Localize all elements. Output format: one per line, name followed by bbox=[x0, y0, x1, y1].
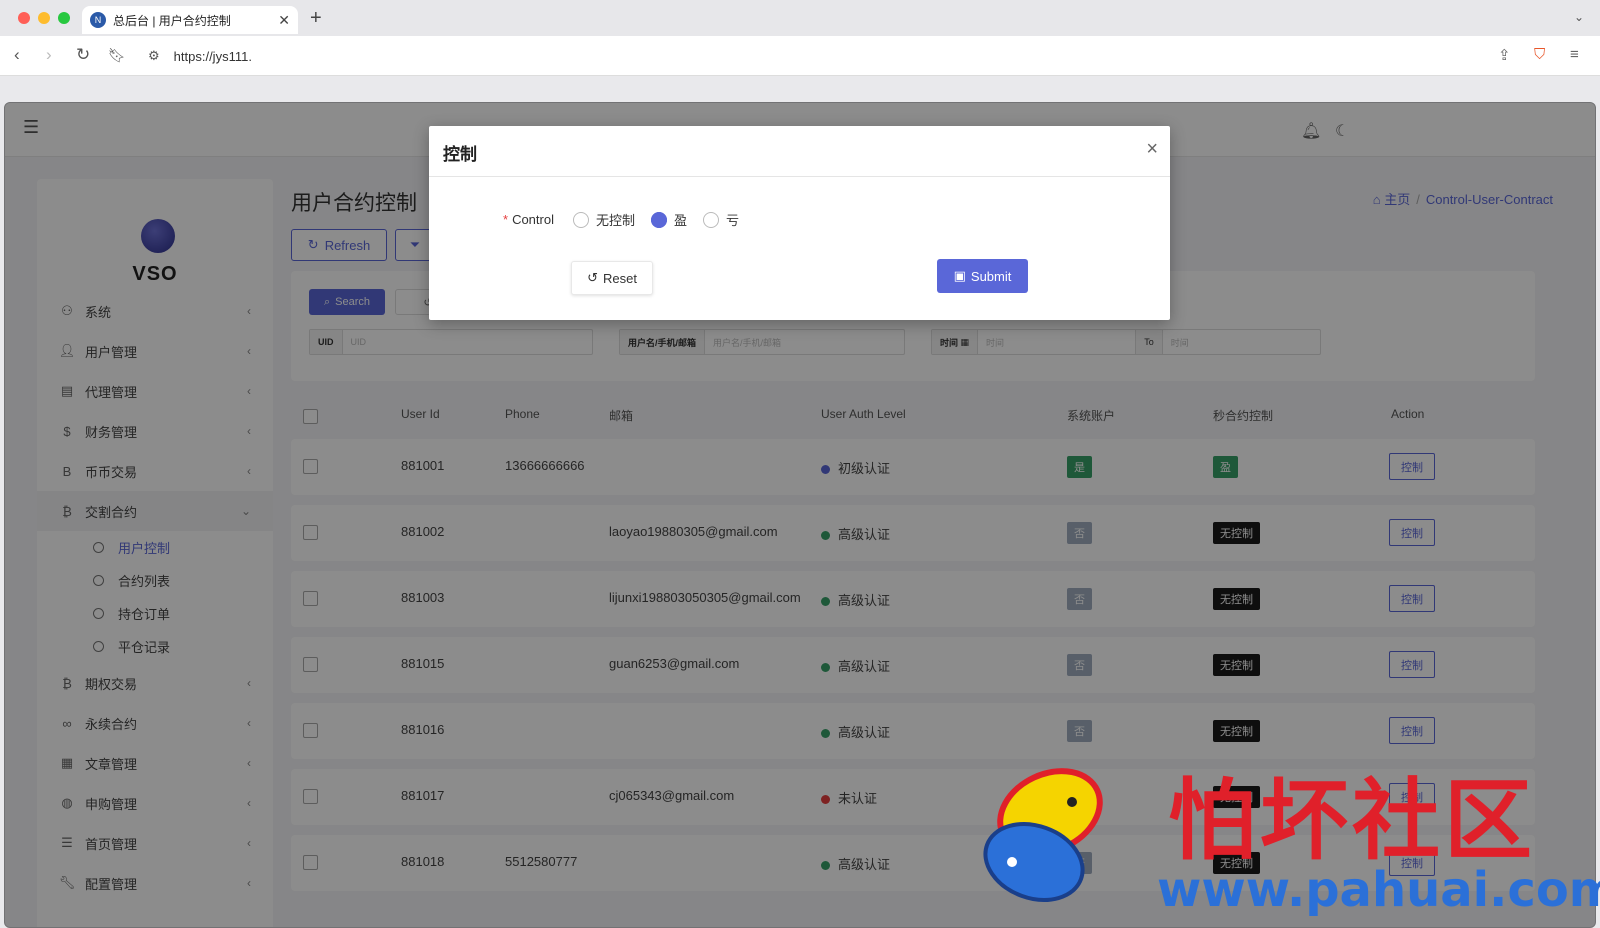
maximize-window-button[interactable] bbox=[58, 12, 70, 24]
reset-label: Reset bbox=[602, 270, 637, 286]
radio-profit[interactable]: 盈 bbox=[651, 210, 687, 229]
new-tab-button[interactable]: + bbox=[310, 7, 322, 30]
close-icon[interactable]: ✕ bbox=[278, 12, 290, 29]
url-field[interactable]: ⚙ https://jys111. bbox=[138, 42, 1538, 70]
radio-circle[interactable] bbox=[703, 211, 719, 228]
share-icon[interactable]: ⇪ bbox=[1498, 46, 1511, 64]
radio-label: 亏 bbox=[726, 213, 740, 228]
browser-tab[interactable]: N 总后台 | 用户合约控制 ✕ bbox=[82, 6, 298, 34]
url-text: https://jys111. bbox=[173, 48, 252, 64]
radio-circle[interactable] bbox=[573, 211, 589, 228]
back-icon[interactable]: ‹ bbox=[14, 45, 20, 65]
radio-circle[interactable] bbox=[651, 211, 667, 228]
required-mark: * bbox=[503, 212, 509, 227]
control-modal: 控制 × * Control 无控制 盈 亏 ↺ Reset ▣ Submit bbox=[429, 126, 1170, 320]
watermark-url: www.pahuai.com bbox=[1157, 862, 1600, 918]
submit-button[interactable]: ▣ Submit bbox=[937, 259, 1028, 293]
forward-icon[interactable]: › bbox=[46, 45, 52, 65]
modal-title: 控制 bbox=[443, 145, 477, 164]
radio-label: 无控制 bbox=[596, 213, 636, 228]
save-icon: ▣ bbox=[953, 268, 966, 283]
minimize-window-button[interactable] bbox=[38, 12, 50, 24]
reset-button[interactable]: ↺ Reset bbox=[571, 261, 653, 295]
tab-title: 总后台 | 用户合约控制 bbox=[113, 13, 231, 28]
radio-no-control[interactable]: 无控制 bbox=[573, 210, 635, 229]
shield-icon[interactable]: ⛉ bbox=[1534, 46, 1545, 63]
menu-icon[interactable]: ≡ bbox=[1570, 46, 1579, 63]
reload-icon[interactable]: ↻ bbox=[76, 45, 90, 65]
address-bar: ‹ › ↻ 🔖︎ ⚙ https://jys111. ⇪ ⛉ ≡ bbox=[0, 36, 1600, 76]
undo-icon: ↺ bbox=[587, 270, 598, 285]
site-settings-icon[interactable]: ⚙ bbox=[148, 48, 160, 64]
bookmark-icon[interactable]: 🔖︎ bbox=[108, 47, 126, 64]
modal-header: 控制 × bbox=[429, 126, 1170, 177]
submit-label: Submit bbox=[970, 268, 1012, 284]
radio-label: 盈 bbox=[674, 213, 688, 228]
modal-body: * Control 无控制 盈 亏 ↺ Reset ▣ Submit bbox=[429, 177, 1170, 320]
chevron-down-icon[interactable]: ⌄ bbox=[1574, 10, 1584, 24]
watermark-fish-logo-icon bbox=[983, 768, 1103, 902]
close-icon[interactable]: × bbox=[1146, 138, 1158, 161]
browser-tab-bar: N 总后台 | 用户合约控制 ✕ + ⌄ bbox=[0, 0, 1600, 36]
watermark-text: 怕坏社区 bbox=[1168, 769, 1537, 872]
favicon-icon: N bbox=[90, 12, 106, 28]
close-window-button[interactable] bbox=[18, 12, 30, 24]
control-label: * Control bbox=[503, 212, 554, 227]
radio-loss[interactable]: 亏 bbox=[703, 210, 739, 229]
